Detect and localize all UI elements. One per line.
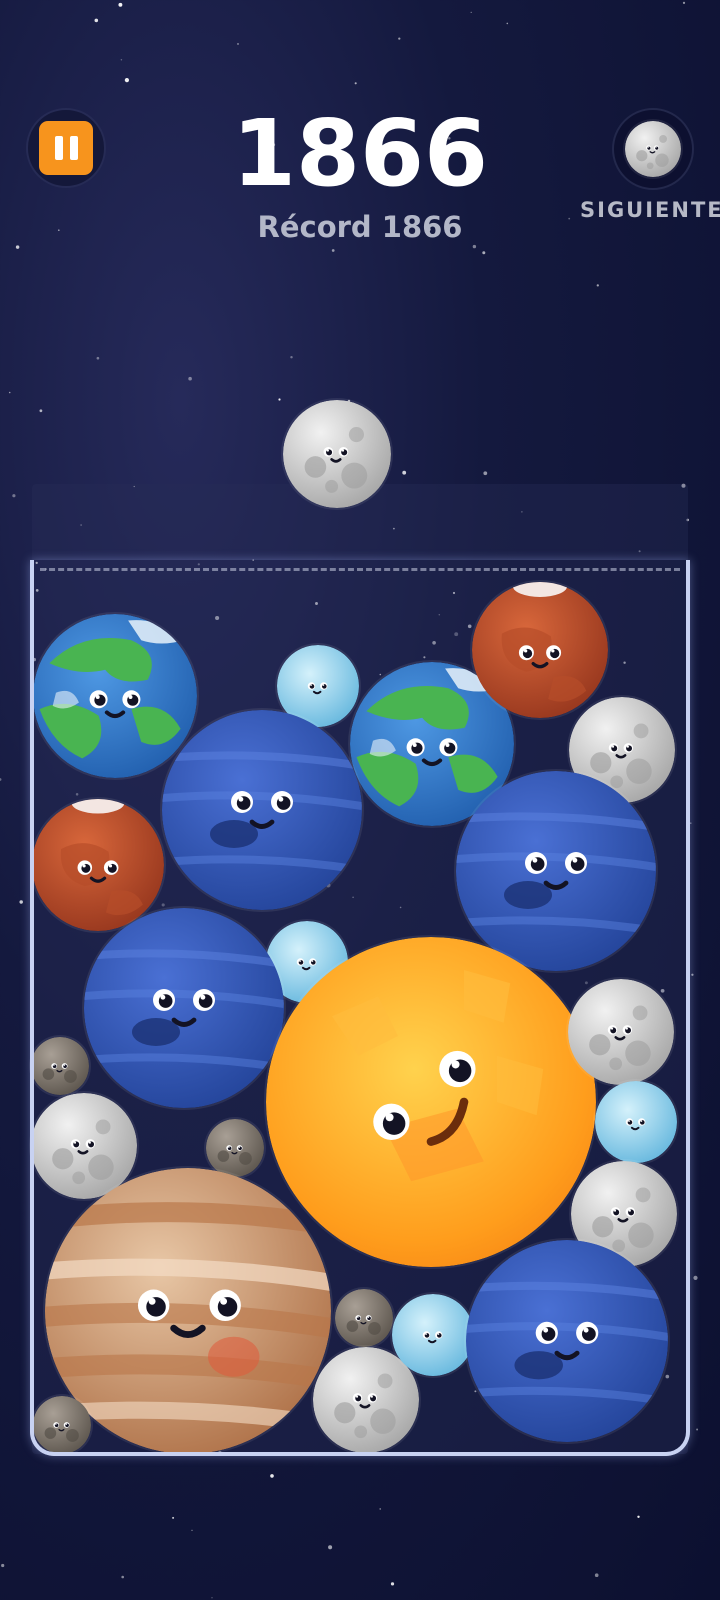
record-value: Récord 1866	[257, 210, 463, 244]
pause-icon-bar-left	[54, 136, 63, 160]
next-planet-icon	[625, 121, 681, 177]
dropper-planet[interactable]	[283, 400, 391, 508]
pause-button[interactable]	[26, 108, 106, 188]
jar-container	[30, 560, 690, 1456]
next-planet-preview	[612, 108, 694, 190]
pause-icon-bar-right	[69, 136, 78, 160]
pause-icon	[39, 121, 93, 175]
next-label: SIGUIENTE	[580, 198, 720, 222]
score-value: 1866	[231, 100, 489, 207]
